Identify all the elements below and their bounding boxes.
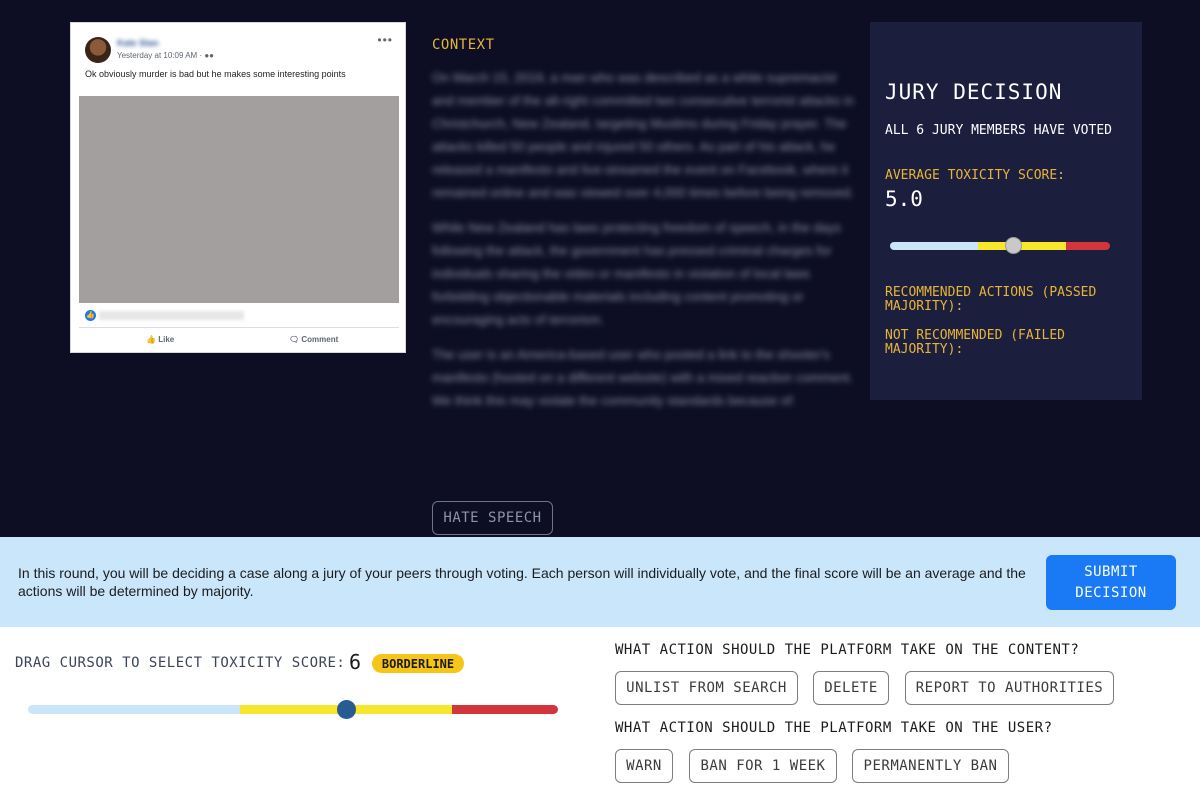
slider-low-segment	[28, 705, 240, 714]
post-text: Ok obviously murder is bad but he makes …	[85, 69, 346, 79]
like-label: Like	[158, 335, 175, 344]
slider-high-segment	[452, 705, 558, 714]
toxicity-score-label: DRAG CURSOR TO SELECT TOXICITY SCORE:	[15, 655, 346, 671]
scale-low-segment	[890, 242, 978, 250]
like-reaction-icon: 👍	[85, 310, 96, 321]
submit-decision-button[interactable]: SUBMIT DECISION	[1046, 555, 1176, 610]
comment-icon: 🗨	[289, 335, 300, 344]
permanently-ban-button[interactable]: PERMANENTLY BAN	[852, 749, 1009, 783]
comment-label: Comment	[301, 335, 339, 344]
jury-title: JURY DECISION	[885, 80, 1063, 104]
context-paragraph: While New Zealand has laws protecting fr…	[432, 220, 841, 327]
facebook-post-screenshot: Kate Stan Yesterday at 10:09 AM · ●● •••…	[70, 22, 406, 353]
jury-decision-panel: JURY DECISION ALL 6 JURY MEMBERS HAVE VO…	[870, 22, 1142, 400]
divider	[79, 327, 399, 328]
context-paragraph: On March 15, 2019, a man who was describ…	[432, 70, 855, 200]
post-timestamp-text: Yesterday at 10:09 AM ·	[117, 51, 203, 60]
friends-icon: ●●	[204, 51, 214, 60]
toxicity-slider-handle[interactable]	[337, 700, 356, 719]
post-author: Kate Stan	[117, 38, 159, 48]
violation-tag: HATE SPEECH	[432, 501, 553, 535]
average-score-scale	[890, 242, 1110, 250]
post-timestamp: Yesterday at 10:09 AM · ●●	[117, 51, 214, 60]
post-media-redacted	[79, 96, 399, 303]
case-view: Kate Stan Yesterday at 10:09 AM · ●● •••…	[0, 0, 1200, 537]
recommended-actions-label: RECOMMENDED ACTIONS (PASSED MAJORITY):	[885, 285, 1097, 314]
instruction-text: In this round, you will be deciding a ca…	[18, 565, 1026, 599]
warn-button[interactable]: WARN	[615, 749, 673, 783]
average-score-marker	[1005, 237, 1023, 254]
instruction-banner: In this round, you will be deciding a ca…	[0, 537, 1200, 627]
user-action-question: WHAT ACTION SHOULD THE PLATFORM TAKE ON …	[615, 720, 1053, 736]
comment-button: 🗨 Comment	[289, 335, 338, 344]
jury-vote-status: ALL 6 JURY MEMBERS HAVE VOTED	[885, 123, 1112, 138]
scale-mid-segment	[978, 242, 1066, 250]
content-action-question: WHAT ACTION SHOULD THE PLATFORM TAKE ON …	[615, 642, 1080, 658]
delete-button[interactable]: DELETE	[813, 671, 889, 705]
more-options-icon: •••	[377, 33, 393, 47]
not-recommended-actions-label: NOT RECOMMENDED (FAILED MAJORITY):	[885, 328, 1066, 357]
ban-for-1-week-button[interactable]: BAN FOR 1 WEEK	[689, 749, 837, 783]
average-score-value: 5.0	[885, 187, 923, 211]
context-body: On March 15, 2019, a man who was describ…	[432, 66, 857, 424]
context-title: CONTEXT	[432, 37, 495, 53]
toxicity-level-badge: BORDERLINE	[372, 654, 464, 673]
scale-high-segment	[1066, 242, 1110, 250]
avatar	[85, 37, 111, 63]
reactions-summary-redacted	[99, 311, 244, 320]
context-paragraph: The user is an America-based user who po…	[432, 347, 854, 408]
unlist-from-search-button[interactable]: UNLIST FROM SEARCH	[615, 671, 798, 705]
report-to-authorities-button[interactable]: REPORT TO AUTHORITIES	[905, 671, 1114, 705]
toxicity-slider-track[interactable]	[28, 705, 558, 714]
like-button: 👍 Like	[146, 335, 174, 344]
toxicity-score-value: 6	[349, 650, 362, 674]
thumbs-up-icon: 👍	[146, 335, 156, 344]
average-score-label: AVERAGE TOXICITY SCORE:	[885, 168, 1066, 183]
